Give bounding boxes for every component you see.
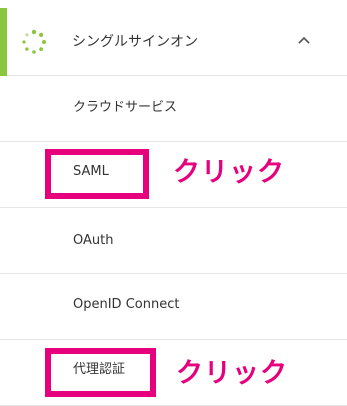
menu-item-label: クラウドサービス [73, 100, 178, 115]
menu-header-single-sign-on[interactable]: シングルサインオン [0, 0, 347, 76]
click-callout-proxy-auth: クリック [176, 358, 288, 389]
menu-header-label: シングルサインオン [72, 34, 198, 50]
menu-item-cloud-services[interactable]: クラウドサービス [0, 76, 347, 142]
menu-item-oauth[interactable]: OAuth [0, 208, 347, 274]
menu-item-openid-connect[interactable]: OpenID Connect [0, 274, 347, 340]
chevron-up-icon[interactable] [296, 34, 312, 46]
menu-item-label: OpenID Connect [73, 297, 180, 312]
saml-highlight-box [45, 149, 149, 199]
menu-item-label: OAuth [73, 233, 114, 248]
proxy-auth-highlight-box [45, 348, 156, 397]
sso-menu: シングルサインオン クラウドサービス SAML OAuth OpenID Con… [0, 0, 347, 406]
spinner-icon [22, 29, 46, 54]
active-accent-bar [0, 8, 7, 76]
click-callout-saml: クリック [173, 157, 285, 188]
